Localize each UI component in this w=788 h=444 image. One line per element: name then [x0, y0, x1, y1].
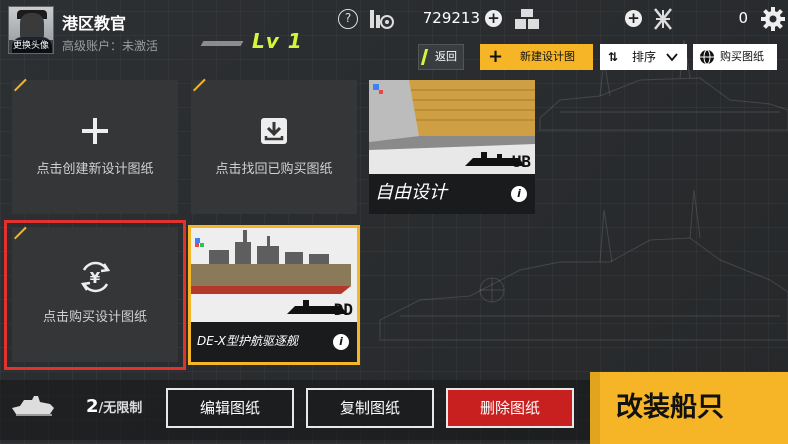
level-stripe [200, 41, 244, 46]
buy-blueprint-button[interactable]: 购买图纸 [693, 44, 777, 70]
back-button[interactable]: 返回 [418, 44, 464, 70]
currency-exchange-icon: ¥ [80, 261, 111, 293]
level-badge: Lv 1 [196, 27, 320, 55]
create-design-card[interactable]: 点击创建新设计图纸 [12, 80, 178, 214]
refit-ship-button[interactable]: 改装船只 [590, 372, 788, 444]
add-coins-button[interactable]: + [485, 10, 502, 27]
chevron-down-icon [666, 53, 678, 62]
refit-stripe [590, 372, 600, 444]
recover-purchased-card[interactable]: 点击找回已购买图纸 [191, 80, 357, 214]
info-icon[interactable]: i [333, 334, 349, 350]
destroyer-image [191, 228, 357, 322]
new-design-button[interactable]: + 新建设计图 [480, 44, 593, 70]
medal-resource: 0 [650, 6, 754, 32]
sort-label: 排序 [632, 50, 657, 64]
ship-class-tag: DD [333, 300, 353, 319]
globe-icon [700, 49, 714, 65]
supply-crates-icon [515, 9, 539, 29]
buy-design-label: 点击购买设计图纸 [42, 310, 147, 325]
coin-resource: 729213 + [368, 6, 508, 32]
back-label: 返回 [435, 50, 457, 63]
sort-icon: ⇅ [608, 50, 619, 64]
create-design-label: 点击创建新设计图纸 [36, 162, 154, 177]
buy-design-card[interactable]: ¥ 点击购买设计图纸 [4, 220, 186, 370]
supply-resource: 0 + [514, 6, 644, 32]
medal-value: 0 [738, 9, 748, 27]
svg-text:¥: ¥ [90, 269, 101, 287]
coin-stack-icon [370, 10, 394, 29]
copy-blueprint-button[interactable]: 复制图纸 [306, 388, 434, 428]
edit-blueprint-button[interactable]: 编辑图纸 [166, 388, 294, 428]
plus-icon [82, 118, 108, 144]
info-icon[interactable]: i [511, 186, 527, 202]
sort-dropdown[interactable]: ⇅ 排序 [600, 44, 687, 70]
ship-deck-image [369, 80, 535, 174]
coin-value: 729213 [422, 9, 480, 27]
level-text: Lv 1 [252, 29, 303, 53]
buy-blueprint-label: 购买图纸 [720, 50, 764, 63]
bottom-bar: 2/无限制 编辑图纸 复制图纸 删除图纸 改装船只 [0, 372, 788, 444]
ship-class-tag: UB [511, 152, 531, 171]
design-name-bar: DE-X型护航驱逐舰 i [191, 322, 357, 362]
download-tray-icon [261, 118, 287, 144]
ship-count: 2/无限制 [86, 396, 142, 417]
ship-limit: /无限制 [98, 401, 143, 416]
design-card-de-x[interactable]: DD DE-X型护航驱逐舰 i [188, 225, 360, 365]
medal-emblem-icon [654, 8, 672, 30]
add-supply-button[interactable]: + [625, 10, 642, 27]
change-avatar-label: 更换头像 [9, 40, 53, 53]
player-name: 港区教官 [62, 14, 127, 33]
settings-gear-icon[interactable] [760, 6, 786, 32]
design-name: 自由设计 [375, 182, 447, 203]
design-name-bar: 自由设计 i [369, 174, 535, 214]
avatar[interactable]: 更换头像 [8, 6, 54, 54]
recover-purchased-label: 点击找回已购买图纸 [215, 162, 333, 177]
ship-count-value: 2 [86, 396, 99, 417]
delete-blueprint-button[interactable]: 删除图纸 [446, 388, 574, 428]
design-card-free[interactable]: UB 自由设计 i [369, 80, 535, 214]
new-design-label: 新建设计图 [520, 50, 575, 63]
ship-silhouette-icon [12, 396, 54, 416]
account-status: 高级账户：未激活 [62, 39, 159, 53]
design-name: DE-X型护航驱逐舰 [197, 334, 298, 348]
help-icon[interactable]: ? [338, 9, 358, 29]
refit-label: 改装船只 [616, 392, 724, 423]
plus-icon: + [488, 46, 504, 67]
